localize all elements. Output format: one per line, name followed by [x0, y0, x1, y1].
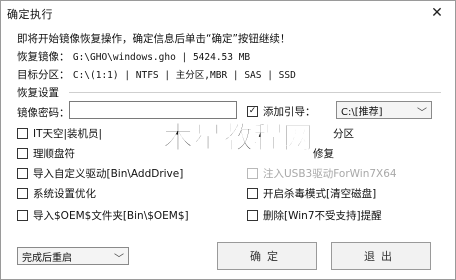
image-file-value: G:\GHO\windows.gho | 5424.53 MB — [72, 52, 251, 63]
option-oem-folder-box[interactable] — [17, 210, 28, 221]
option-antivirus-mode-box[interactable] — [247, 188, 258, 199]
option-antivirus-mode-checkbox[interactable]: 开启杀毒模式[清空磁盘] — [247, 186, 376, 201]
boot-partition-value: C:\[推荐] — [341, 106, 383, 118]
option-custom-driver-label: 导入自定义驱动[Bin\AddDrive] — [33, 168, 184, 180]
settings-group-divider — [69, 92, 441, 93]
target-partition-value: C:\(1:1) | NTFS | 主分区,MBR | SAS | SSD — [72, 70, 296, 81]
option-system-optimize-checkbox[interactable]: 系统设置优化 — [17, 186, 96, 201]
option-usb3-driver-box — [247, 168, 258, 179]
option-itsky-checkbox[interactable]: IT天空|装机员| — [17, 126, 102, 141]
after-completion-select[interactable]: 完成后重启 ﹀ — [17, 247, 129, 265]
image-file-row: 恢复镜像： G:\GHO\windows.gho | 5424.53 MB — [17, 49, 250, 64]
password-label: 镜像密码： — [17, 107, 70, 119]
option-custom-driver-checkbox[interactable]: 导入自定义驱动[Bin\AddDrive] — [17, 166, 183, 181]
settings-group-label: 恢复设置 — [17, 85, 63, 100]
boot-partition-select[interactable]: C:\[推荐] ﹀ — [336, 101, 432, 119]
exit-button[interactable]: 退出 — [331, 242, 431, 270]
ok-button[interactable]: 确定 — [217, 242, 317, 270]
svg-text:木星教程网: 木星教程网 — [162, 121, 313, 156]
target-partition-row: 目标分区： C:\(1:1) | NTFS | 主分区,MBR | SAS | … — [17, 67, 296, 82]
watermark-svg: 木星教程网 — [162, 121, 314, 157]
confirm-dialog: 确定执行 ✕ 即将开始镜像恢复操作，确定信息后单击“确定”按钮继续！ 恢复镜像：… — [0, 0, 456, 280]
option-antivirus-mode-label: 开启杀毒模式[清空磁盘] — [263, 188, 377, 200]
close-icon[interactable]: ✕ — [425, 3, 449, 23]
image-file-label: 恢复镜像： — [17, 51, 70, 63]
option-system-optimize-label: 系统设置优化 — [33, 188, 96, 200]
option-itsky-label: IT天空|装机员| — [33, 128, 103, 140]
option-system-optimize-box[interactable] — [17, 188, 28, 199]
option-drive-letter-box[interactable] — [17, 148, 28, 159]
option-usb3-driver-label: 注入USB3驱动ForWin7X64 — [263, 168, 397, 180]
target-partition-label: 目标分区： — [17, 69, 70, 81]
instruction-text: 即将开始镜像恢复操作，确定信息后单击“确定”按钮继续！ — [17, 33, 291, 45]
option-custom-driver-box[interactable] — [17, 168, 28, 179]
option-win7-unsupported-box[interactable] — [247, 210, 258, 221]
option-win7-unsupported-label: 删除[Win7不受支持]提醒 — [263, 210, 382, 222]
option-itsky-box[interactable] — [17, 128, 28, 139]
option-win7-unsupported-checkbox[interactable]: 删除[Win7不受支持]提醒 — [247, 208, 382, 223]
watermark-logo: 木星教程网 — [133, 117, 343, 157]
chevron-down-icon: ﹀ — [417, 108, 427, 119]
chevron-down-icon: ﹀ — [114, 254, 124, 265]
option-oem-folder-checkbox[interactable]: 导入$OEM$文件夹[Bin\$OEM$] — [17, 208, 189, 223]
add-boot-check-box[interactable]: ✓ — [247, 106, 258, 117]
checkmark-icon: ✓ — [248, 106, 257, 116]
title-bar: 确定执行 ✕ — [1, 1, 455, 25]
option-drive-letter-label: 理顺盘符 — [33, 148, 75, 160]
option-oem-folder-label: 导入$OEM$文件夹[Bin\$OEM$] — [33, 210, 189, 222]
option-usb3-driver-checkbox: 注入USB3驱动ForWin7X64 — [247, 166, 397, 181]
window-title: 确定执行 — [7, 8, 53, 21]
option-drive-letter-checkbox[interactable]: 理顺盘符 — [17, 146, 75, 161]
after-completion-value: 完成后重启 — [22, 252, 72, 264]
